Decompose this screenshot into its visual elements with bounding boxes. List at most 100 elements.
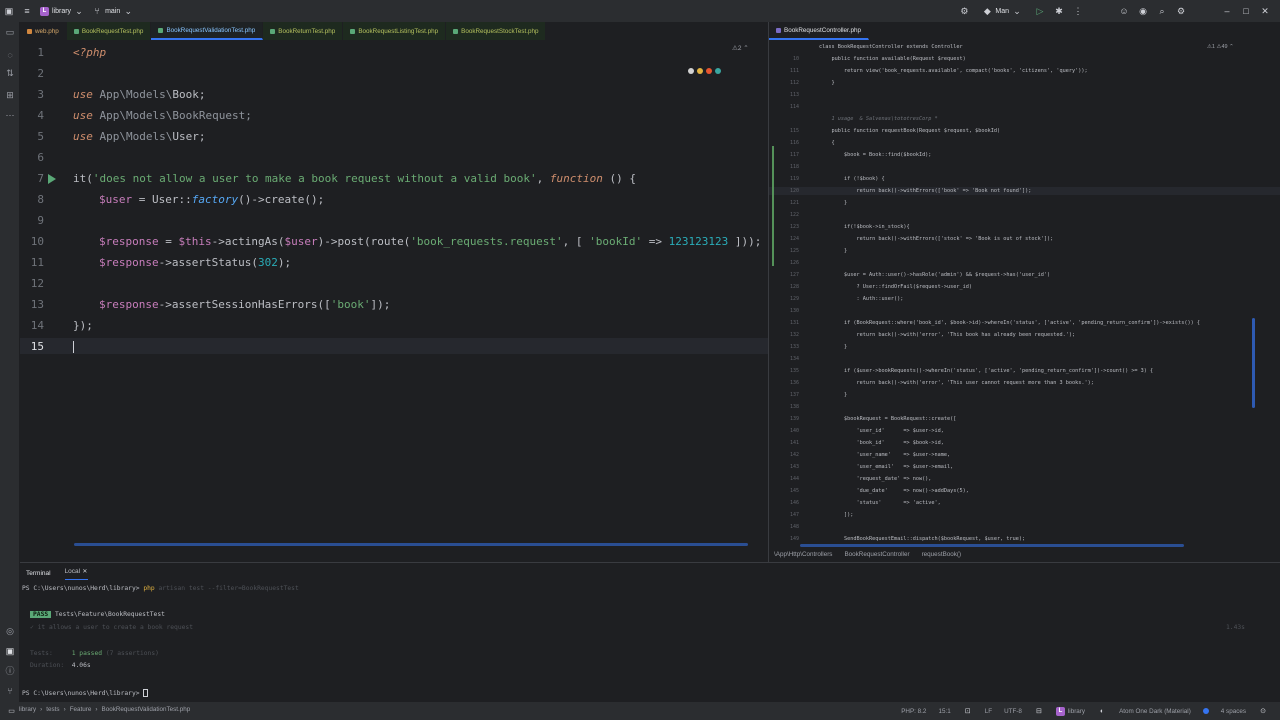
git-icon[interactable]: ⑂ <box>5 686 15 696</box>
tab-book-request-controller[interactable]: BookRequestController.php <box>769 22 870 40</box>
more-tools-icon[interactable]: ⋯ <box>5 110 15 120</box>
line-number: 139 <box>789 416 799 422</box>
close-icon[interactable]: ✕ <box>82 567 88 577</box>
editor-tabs-left: web.php BookRequestTest.php BookRequestV… <box>20 22 612 40</box>
breadcrumb-namespace[interactable]: \App\Http\Controllers <box>774 551 832 558</box>
usage-hint: 1 usage & Salvenas\tototresCorp * <box>819 116 938 122</box>
indent-setting[interactable]: 4 spaces <box>1221 708 1246 715</box>
menu-icon-button[interactable]: ≡ <box>18 6 36 16</box>
close-icon[interactable]: ✕ <box>1260 6 1270 16</box>
path-segment[interactable]: tests <box>46 706 59 716</box>
project-tool-icon[interactable]: ▭ <box>5 27 15 37</box>
maximize-icon[interactable]: □ <box>1241 6 1251 16</box>
caret-position[interactable]: 15:1 <box>938 708 950 715</box>
structure-icon[interactable]: ⊞ <box>5 90 15 100</box>
line-number: 115 <box>789 128 799 134</box>
code-token: ]); <box>370 298 391 311</box>
services-icon[interactable]: ◎ <box>5 626 15 636</box>
edge-icon[interactable] <box>715 68 721 74</box>
terminal-panel[interactable]: Terminal Local ✕ PS C:\Users\nunos\Herd\… <box>20 562 1280 702</box>
code-line: 'book_id' => $book->id, <box>819 440 944 446</box>
duration: 4.06s <box>71 662 91 669</box>
readonly-icon[interactable]: ⊡ <box>963 706 973 716</box>
line-number: 15 <box>30 340 44 353</box>
inspection-widget[interactable]: ⚠2 ⌃ <box>732 44 749 52</box>
terminal-tool-icon[interactable]: ▣ <box>5 646 15 656</box>
code-line-14: }); <box>73 319 93 332</box>
pull-requests-icon[interactable]: ⇅ <box>5 68 15 78</box>
line-number: 138 <box>789 404 799 410</box>
path-segment[interactable]: BookRequestValidationTest.php <box>102 706 191 716</box>
status-bar: ▭ library › tests › Feature › BookRequestVa… <box>0 702 1280 720</box>
ai-assistant-icon[interactable]: ◉ <box>1138 6 1148 16</box>
tab-book-request-stock-test[interactable]: BookRequestStockTest.php <box>446 22 547 40</box>
run-test-gutter-icon[interactable] <box>48 174 56 184</box>
status-dot-icon <box>1202 708 1209 714</box>
line-number: 144 <box>789 476 799 482</box>
inspection-widget[interactable]: ⚠1 ⚠49 ⌃ <box>1207 44 1234 50</box>
label: Tests: <box>30 650 53 657</box>
commit-tool-icon[interactable]: ◌ <box>5 50 15 60</box>
line-number: 148 <box>789 524 799 530</box>
code-line-7: it('does not allow a user to make a book… <box>73 172 636 185</box>
branch-selector[interactable]: ⑂ main ⌄ <box>88 6 137 16</box>
line-number: 114 <box>789 104 799 110</box>
breadcrumb-class[interactable]: BookRequestController <box>844 551 909 558</box>
line-separator[interactable]: LF <box>985 708 992 715</box>
firefox-icon[interactable] <box>706 68 712 74</box>
class-name: BookRequest; <box>172 109 252 122</box>
lock-icon[interactable]: ⊟ <box>1034 706 1044 716</box>
code-editor-left[interactable]: ⚠2 ⌃ 1 2 3 4 5 6 7 8 9 10 11 12 13 14 15… <box>20 42 768 542</box>
line-number: 142 <box>789 452 799 458</box>
code-token: ])); <box>728 235 762 248</box>
tab-web-php[interactable]: web.php <box>20 22 67 40</box>
chrome-icon[interactable] <box>697 68 703 74</box>
tab-book-return-test[interactable]: BookReturnTest.php <box>263 22 344 40</box>
theme-name[interactable]: Atom One Dark (Material) <box>1119 708 1191 715</box>
tab-book-request-validation-test[interactable]: BookRequestValidationTest.php <box>151 22 264 40</box>
search-icon[interactable]: ⌕ <box>1157 6 1167 16</box>
main-menu-button[interactable]: ▣ <box>0 6 18 16</box>
namespace: App\Models\ <box>99 130 173 143</box>
project-selector[interactable]: L library ⌄ <box>36 6 88 16</box>
more-icon[interactable]: ⋮ <box>1073 6 1083 16</box>
run-config-selector[interactable]: ◆ Man ⌄ <box>978 6 1026 16</box>
tab-label: web.php <box>35 27 59 35</box>
line-number: 146 <box>789 500 799 506</box>
project-widget[interactable]: Llibrary <box>1055 706 1085 716</box>
code-line-5: use App\Models\User; <box>73 130 205 143</box>
code-line-1: <?php <box>73 46 106 59</box>
number-literal: 123123123 <box>668 235 729 248</box>
terminal-tab-local[interactable]: Local ✕ <box>64 567 88 580</box>
file-encoding[interactable]: UTF-8 <box>1004 708 1022 715</box>
string-literal: 'does not allow a user to make a book re… <box>92 172 537 185</box>
profile-icon[interactable]: ☺ <box>1119 6 1129 16</box>
debug-icon[interactable]: ✱ <box>1054 6 1064 16</box>
breadcrumb-method[interactable]: requestBook() <box>922 551 962 558</box>
problems-icon[interactable]: ⓘ <box>5 666 15 676</box>
path-segment[interactable]: library <box>19 706 36 716</box>
tab-book-request-test[interactable]: BookRequestTest.php <box>66 22 152 40</box>
php-version[interactable]: PHP: 8.2 <box>901 708 926 715</box>
notifications-icon[interactable]: ⊙ <box>1258 706 1268 716</box>
line-number: 12 <box>30 277 44 290</box>
horizontal-scrollbar-left[interactable] <box>74 543 748 546</box>
code-token: => <box>642 235 669 248</box>
line-number: 127 <box>789 272 799 278</box>
code-line: 'user_id' => $user->id, <box>819 428 944 434</box>
line-number: 132 <box>789 332 799 338</box>
settings-sync-icon[interactable]: ⚙ <box>959 6 969 16</box>
code-line: } <box>819 200 848 206</box>
code-editor-right[interactable]: ⚠1 ⚠49 ⌃ class BookRequestController ext… <box>769 42 1280 547</box>
settings-icon[interactable]: ⚙ <box>1176 6 1186 16</box>
tab-book-request-listing-test[interactable]: BookRequestListingTest.php <box>343 22 447 40</box>
minimize-icon[interactable]: – <box>1222 6 1232 16</box>
vertical-scrollbar-right[interactable] <box>1252 318 1255 408</box>
phpstorm-browser-icon[interactable] <box>688 68 694 74</box>
path-segment[interactable]: Feature <box>70 706 92 716</box>
php-class-icon <box>776 27 781 33</box>
terminal-title: Terminal <box>26 570 51 577</box>
run-icon[interactable]: ▷ <box>1035 6 1045 16</box>
test-file-icon <box>350 28 356 34</box>
horizontal-scrollbar-right[interactable] <box>800 544 1184 547</box>
